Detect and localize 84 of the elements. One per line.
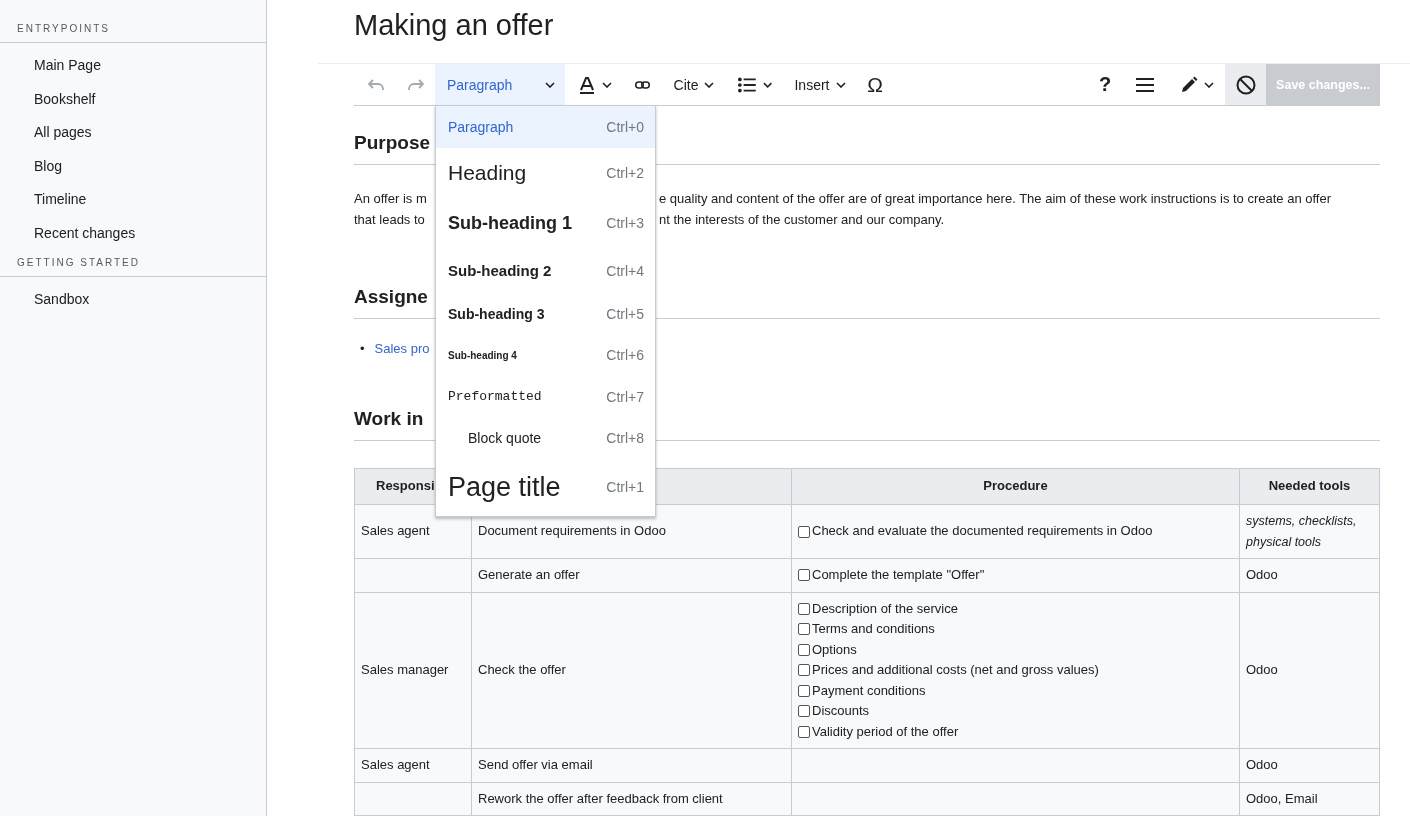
- checkbox-label: Payment conditions: [812, 681, 926, 700]
- chevron-icon: [545, 81, 555, 88]
- shortcut-label: Ctrl+1: [606, 479, 644, 495]
- checkbox-label: Terms and conditions: [812, 620, 935, 638]
- shortcut-label: Ctrl+7: [606, 388, 644, 405]
- table-cell: Sales agent: [354, 748, 472, 782]
- menu-item[interactable]: Sub-heading 1 Ctrl+3: [436, 198, 655, 248]
- paragraph-text: e quality and content of the offer are of great importance here. The aim of these work instructions is to create an offer: [659, 190, 1332, 208]
- checkbox-label: Description of the service: [812, 599, 958, 618]
- checkbox[interactable]: [798, 602, 810, 615]
- menu-item[interactable]: Heading Ctrl+2: [436, 148, 655, 198]
- checkbox[interactable]: [798, 664, 810, 677]
- shortcut-label: Ctrl+8: [606, 429, 644, 446]
- menu-item[interactable]: Sub-heading 3 Ctrl+5: [436, 293, 655, 334]
- chevron-icon: [704, 81, 715, 88]
- checkbox-label: Check and evaluate the documented requirements in Odoo: [812, 522, 1153, 541]
- table-cell: Odoo: [1239, 748, 1380, 782]
- sidebar-link[interactable]: Sandbox: [0, 283, 266, 317]
- menu-item[interactable]: Paragraph Ctrl+0: [436, 106, 655, 148]
- menu-item[interactable]: Sub-heading 2 Ctrl+4: [436, 248, 655, 293]
- sidebar-link[interactable]: Blog: [0, 149, 266, 183]
- checkbox-label: Prices and additional costs (net and gross values): [812, 661, 1099, 679]
- shortcut-label: Ctrl+2: [606, 165, 644, 181]
- sidebar-link[interactable]: Recent changes: [0, 216, 266, 250]
- checkbox-label: Discounts: [812, 702, 870, 720]
- menu-icon: [1135, 76, 1155, 93]
- checkbox[interactable]: [798, 684, 810, 697]
- paragraph-text: that leads to: [354, 211, 425, 227]
- checkbox[interactable]: [798, 569, 810, 582]
- checkbox[interactable]: [798, 525, 810, 538]
- cancel-button[interactable]: [1225, 64, 1266, 105]
- paragraph-text: nt the interests of the customer and our company.: [659, 210, 945, 229]
- table-cell: Send offer via email: [471, 748, 792, 782]
- shortcut-label: Ctrl+3: [606, 215, 644, 231]
- table-cell: Odoo, Email: [1239, 782, 1380, 816]
- sidebar-heading: GETTING STARTED: [0, 254, 266, 277]
- sidebar-link[interactable]: Main Page: [0, 49, 266, 83]
- sidebar-link[interactable]: Timeline: [0, 183, 266, 217]
- table-header: Needed tools: [1239, 468, 1380, 505]
- undo-icon: [366, 77, 385, 92]
- menu-item[interactable]: Block quote Ctrl+8: [436, 417, 655, 458]
- table-cell: Sales manager: [354, 592, 472, 749]
- chevron-icon: [602, 81, 612, 88]
- checkbox[interactable]: [798, 705, 810, 718]
- table-cell: Rework the offer after feedback from client: [471, 782, 792, 816]
- text-style-icon: [578, 75, 596, 94]
- link-icon: [635, 78, 650, 91]
- bullet: •: [360, 341, 365, 356]
- paragraph-text: An offer is m: [354, 191, 427, 206]
- shortcut-label: Ctrl+0: [606, 119, 644, 135]
- shortcut-label: Ctrl+6: [606, 347, 644, 363]
- table-cell: Check the offer: [471, 592, 792, 749]
- checkbox-label: Options: [812, 640, 857, 659]
- menu-item[interactable]: Preformatted Ctrl+7: [436, 376, 655, 417]
- insert-button[interactable]: Insert: [782, 64, 858, 105]
- table-header: Procedure: [791, 468, 1240, 505]
- checkbox[interactable]: [798, 725, 810, 738]
- table-cell: Generate an offer: [471, 558, 792, 592]
- menu-item[interactable]: Sub-heading 4 Ctrl+6: [436, 334, 655, 376]
- checkbox-label: Validity period of the offer: [812, 722, 959, 741]
- shortcut-label: Ctrl+4: [606, 262, 644, 279]
- chevron-icon: [835, 81, 846, 88]
- table-cell: Sales agent: [354, 504, 472, 559]
- checkbox[interactable]: [798, 623, 810, 636]
- sidebar-heading: ENTRYPOINTS: [0, 20, 266, 43]
- shortcut-label: Ctrl+5: [606, 305, 644, 322]
- help-button[interactable]: ?: [1088, 64, 1122, 105]
- sidebar-link[interactable]: Bookshelf: [0, 82, 266, 116]
- pencil-icon: [1179, 75, 1198, 94]
- checkbox-label: Complete the template "Offer": [812, 566, 985, 584]
- redo-icon: [407, 77, 425, 92]
- sidebar-link[interactable]: All pages: [0, 116, 266, 150]
- format-dropdown[interactable]: Paragraph: [435, 64, 565, 105]
- table-cell: Odoo: [1239, 558, 1380, 592]
- checkbox[interactable]: [798, 643, 810, 656]
- chevron-icon: [1203, 81, 1214, 88]
- special-character-button[interactable]: Ω: [858, 64, 892, 105]
- table-cell: systems, checklists, physical tools: [1239, 504, 1380, 559]
- chevron-icon: [762, 81, 772, 88]
- page-link[interactable]: Sales pro: [374, 341, 430, 356]
- cancel-icon: [1235, 74, 1256, 95]
- table-cell: Odoo: [1239, 592, 1380, 749]
- cite-button[interactable]: Cite: [660, 64, 728, 105]
- bullet-list-icon: [738, 76, 757, 93]
